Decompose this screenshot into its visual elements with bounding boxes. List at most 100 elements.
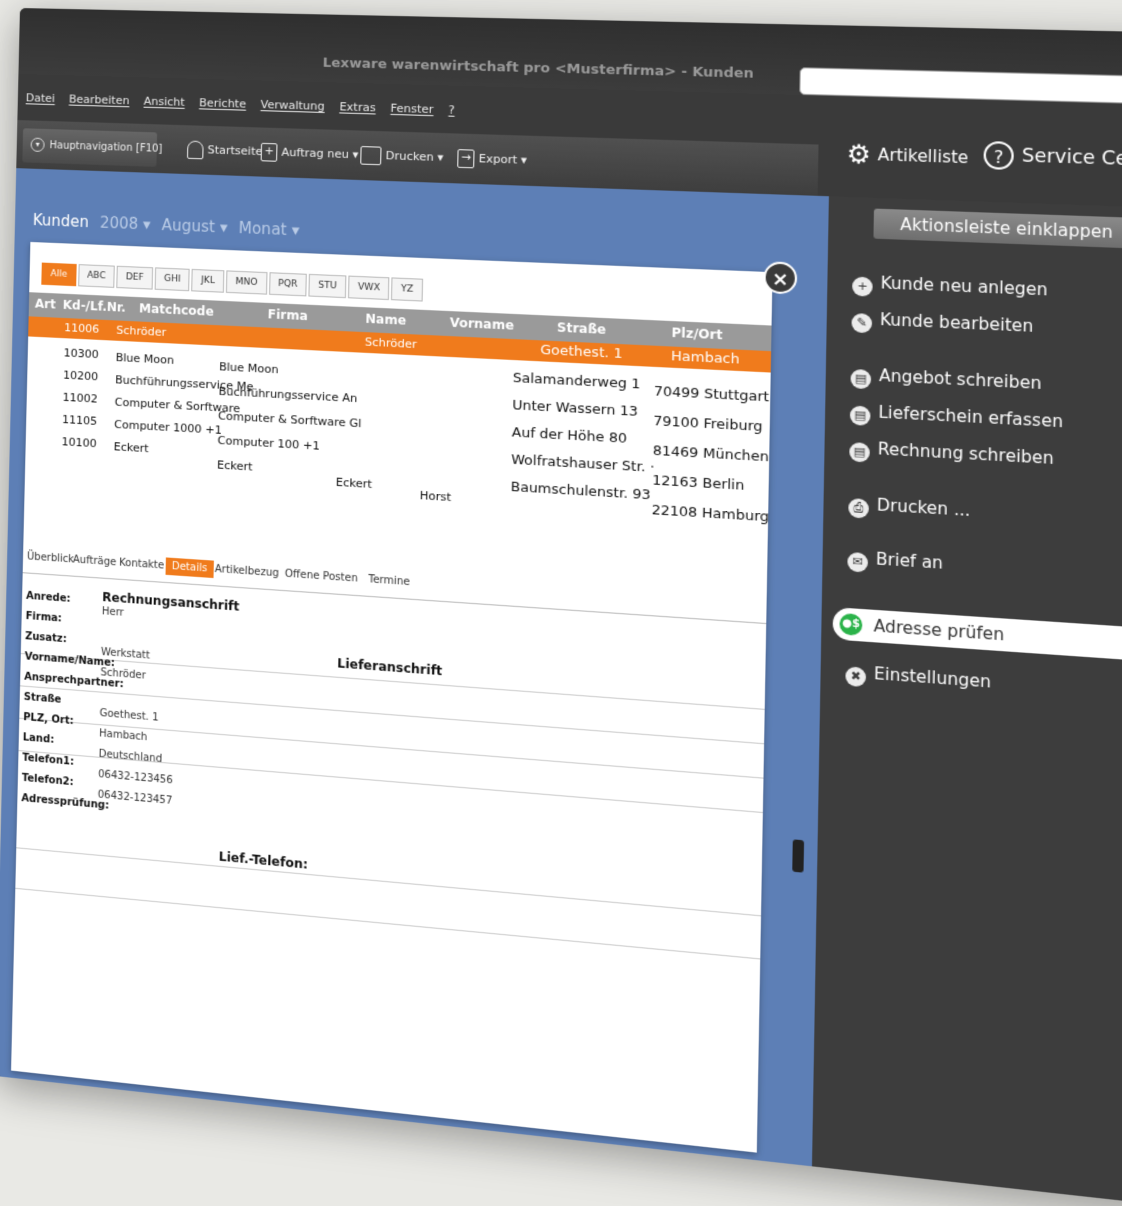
collapse-sidebar-button[interactable]: Aktionsleiste einklappen: [873, 208, 1122, 249]
cell-nr[interactable]: 10200: [63, 368, 98, 383]
search-input[interactable]: [799, 67, 1122, 104]
cell-name[interactable]: Eckert: [336, 475, 373, 491]
cell-matchcode[interactable]: Blue Moon: [116, 351, 175, 367]
artikelliste-label: Artikelliste: [877, 144, 969, 167]
action-angebot[interactable]: ▤ Angebot schreiben: [850, 365, 1042, 398]
action-lieferschein[interactable]: ▤ Lieferschein erfassen: [849, 401, 1063, 436]
menu-fenster[interactable]: Fenster: [390, 102, 433, 117]
column-firma[interactable]: Firma: [267, 307, 308, 323]
action-kunde-bearbeiten[interactable]: ✎ Kunde bearbeiten: [851, 309, 1034, 341]
cell-nr[interactable]: 10100: [61, 435, 96, 450]
cell-ort[interactable]: 12163 Berlin: [652, 473, 744, 494]
hauptnavigation-button[interactable]: ▾ Hauptnavigation [F10]: [22, 128, 162, 167]
drucken-label: Drucken ▾: [385, 148, 444, 165]
tab-kontakte[interactable]: Kontakte: [119, 557, 164, 571]
column-nr[interactable]: Kd-/Lf.Nr.: [63, 298, 126, 315]
menu-extras[interactable]: Extras: [339, 100, 376, 114]
letter-tab-vwx[interactable]: VWX: [348, 275, 390, 301]
new-customer-icon: +: [852, 276, 873, 297]
column-strasse[interactable]: Straße: [557, 320, 606, 337]
tab-termine[interactable]: Termine: [368, 574, 410, 588]
column-art[interactable]: Art: [35, 296, 56, 311]
label-zusatz: Zusatz:: [25, 631, 67, 646]
action-kunde-neu[interactable]: + Kunde neu anlegen: [852, 272, 1048, 304]
auftrag-neu-button[interactable]: + Auftrag neu ▾: [260, 138, 359, 170]
service-center-label: Service Center: [1021, 145, 1122, 172]
value-ort[interactable]: Hambach: [99, 728, 147, 743]
month-dropdown[interactable]: August ▾: [161, 216, 227, 237]
value-land[interactable]: Deutschland: [99, 749, 163, 766]
action-rechnung[interactable]: ▤ Rechnung schreiben: [849, 438, 1054, 473]
cell-ort[interactable]: 22108 Hamburg: [652, 503, 770, 526]
cell-firma[interactable]: Computer & Sorftware Gl: [218, 409, 362, 430]
cell-nr[interactable]: 11105: [62, 413, 97, 428]
column-vorname[interactable]: Vorname: [450, 315, 514, 333]
tab-offene-posten[interactable]: Offene Posten: [285, 568, 358, 584]
letter-tab-ghi[interactable]: GHI: [154, 267, 191, 292]
value-strasse[interactable]: Goethest. 1: [99, 708, 158, 724]
menu-ansicht[interactable]: Ansicht: [144, 95, 185, 109]
tab-auftraege[interactable]: Aufträge: [73, 554, 117, 568]
letter-tab-jkl[interactable]: JKL: [191, 268, 225, 293]
cell-matchcode[interactable]: Computer 1000 +1: [114, 418, 222, 437]
pencil-icon: ✎: [851, 313, 873, 334]
action-sidebar: Aktionsleiste einklappen + Kunde neu anle…: [811, 196, 1122, 1206]
cell-ort[interactable]: 81469 München: [653, 443, 770, 465]
action-brief[interactable]: ✉ Brief an: [847, 548, 943, 578]
letter-tab-def[interactable]: DEF: [116, 265, 154, 290]
cell-vorname[interactable]: Horst: [420, 489, 452, 504]
cell-matchcode[interactable]: Eckert: [114, 440, 149, 455]
menu-bearbeiten[interactable]: Bearbeiten: [69, 92, 130, 107]
cell-strasse[interactable]: Auf der Höhe 80: [512, 425, 627, 447]
value-telefon1[interactable]: 06432-123456: [98, 769, 173, 787]
cell-ort[interactable]: 79100 Freiburg: [653, 413, 763, 435]
cell-strasse[interactable]: Baumschulenstr. 93: [511, 479, 651, 503]
cell-firma[interactable]: Computer 100 +1: [217, 434, 319, 453]
letter-tab-pqr[interactable]: PQR: [268, 272, 308, 297]
column-matchcode[interactable]: Matchcode: [139, 301, 214, 319]
tab-details[interactable]: Details: [165, 557, 214, 579]
letter-tab-alle[interactable]: Alle: [41, 262, 77, 287]
value-anrede[interactable]: Herr: [102, 606, 124, 619]
column-name[interactable]: Name: [365, 311, 406, 327]
service-center-button[interactable]: ? Service Center: [983, 140, 1122, 175]
cell-firma[interactable]: Blue Moon: [219, 360, 279, 376]
tab-artikelbezug[interactable]: Artikelbezug: [215, 564, 280, 580]
letter-tab-mno[interactable]: MNO: [225, 270, 268, 295]
adresse-pruefen-button[interactable]: ●$ Adresse prüfen: [832, 607, 1122, 662]
cell-nr[interactable]: 10300: [63, 346, 98, 361]
cell-firma[interactable]: Eckert: [217, 458, 253, 473]
column-plz-ort[interactable]: Plz/Ort: [671, 325, 722, 342]
cell-strasse[interactable]: Wolfratshauser Str. ·: [511, 452, 655, 476]
resize-handle[interactable]: [792, 839, 805, 873]
tab-ueberblick[interactable]: Überblick: [27, 551, 74, 565]
letter-tab-stu[interactable]: STU: [308, 273, 347, 299]
menu-berichte[interactable]: Berichte: [199, 96, 246, 111]
cell-nr[interactable]: 11002: [62, 391, 97, 406]
cell-strasse[interactable]: Salamanderweg 1: [513, 370, 641, 392]
check-address-icon: ●$: [839, 612, 863, 637]
cell-strasse[interactable]: Unter Wassern 13: [512, 398, 638, 420]
hauptnavigation-label: Hauptnavigation [F10]: [49, 140, 163, 155]
startseite-button[interactable]: Startseite: [186, 135, 263, 166]
letter-tab-yz[interactable]: YZ: [391, 277, 424, 302]
letter-tab-abc[interactable]: ABC: [77, 264, 115, 288]
artikelliste-button[interactable]: ⚙ Artikelliste: [846, 139, 968, 173]
cell-ort[interactable]: 70499 Stuttgart: [654, 384, 769, 406]
adresse-pruefen-label: Adresse prüfen: [873, 616, 1005, 645]
menu-verwaltung[interactable]: Verwaltung: [260, 98, 324, 113]
cell-matchcode: Schröder: [116, 323, 167, 340]
application-screen: Lexware warenwirtschaft pro <Musterfirma…: [0, 8, 1122, 1206]
menu-help[interactable]: ?: [448, 103, 454, 117]
menu-datei[interactable]: Datei: [26, 91, 55, 105]
year-dropdown[interactable]: 2008 ▾: [100, 213, 151, 233]
tools-icon: ✖: [845, 666, 867, 688]
action-drucken[interactable]: ⎙ Drucken ...: [848, 494, 970, 525]
cell-nr: 11006: [64, 321, 100, 336]
period-dropdown[interactable]: Monat ▾: [238, 219, 299, 240]
action-einstellungen[interactable]: ✖ Einstellungen: [845, 662, 991, 696]
drucken-button[interactable]: Drucken ▾: [360, 141, 444, 173]
export-button[interactable]: → Export ▾: [457, 144, 527, 175]
close-icon[interactable]: ×: [763, 261, 798, 295]
application-window: Lexware warenwirtschaft pro <Musterfirma…: [0, 8, 1122, 1206]
